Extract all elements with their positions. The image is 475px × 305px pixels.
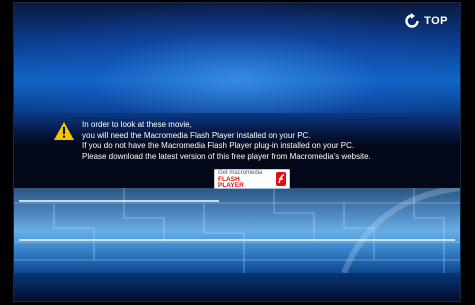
flash-f-icon: [276, 172, 286, 186]
refresh-arrow-icon: [405, 13, 419, 28]
top-button[interactable]: TOP: [404, 13, 448, 29]
notice-text: In order to look at these movie, you wil…: [82, 120, 371, 162]
warning-triangle-icon: [54, 122, 74, 140]
notice-line: you will need the Macromedia Flash Playe…: [82, 130, 311, 140]
flash-placeholder-frame: TOP In order to look at these movie, you…: [13, 2, 461, 302]
top-glow-band: [14, 3, 460, 113]
circuit-board-graphic: [14, 188, 460, 273]
top-button-label: TOP: [424, 15, 448, 27]
get-flash-player-button[interactable]: Get macromedia FLASH PLAYER: [214, 169, 290, 189]
notice-line: Please download the latest version of th…: [82, 151, 371, 161]
notice-line: In order to look at these movie,: [82, 120, 192, 129]
notice-line: If you do not have the Macromedia Flash …: [82, 141, 355, 150]
flash-required-notice: In order to look at these movie, you wil…: [54, 120, 371, 162]
